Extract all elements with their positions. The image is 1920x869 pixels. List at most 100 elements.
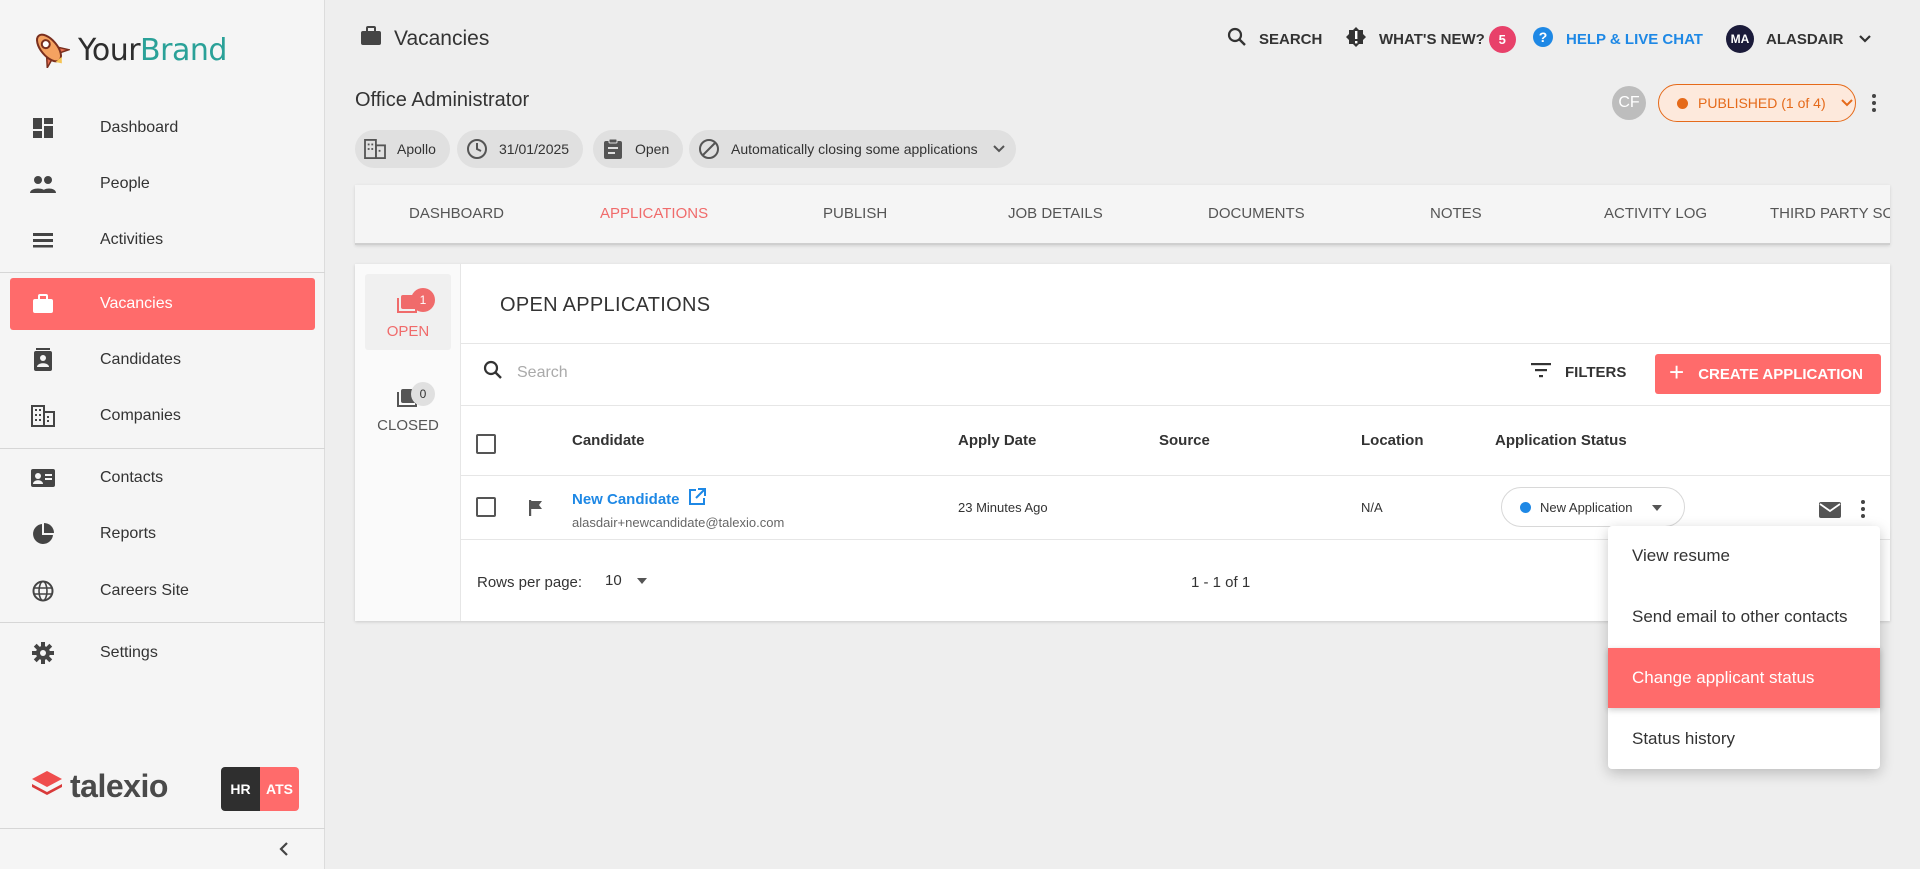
sidebar-item-label: Contacts: [100, 469, 164, 486]
flag-icon[interactable]: [527, 499, 545, 522]
column-header-candidate[interactable]: Candidate: [572, 432, 645, 449]
sidebar-item-companies[interactable]: Companies: [10, 390, 315, 442]
user-menu-button[interactable]: MA ALASDAIR: [1726, 22, 1872, 56]
sidebar-item-settings[interactable]: Settings: [10, 627, 315, 679]
auto-close-chip[interactable]: Automatically closing some applications: [689, 130, 1016, 168]
whats-new-button[interactable]: WHAT'S NEW? 5: [1345, 22, 1516, 56]
sidebar-item-label: Settings: [100, 644, 158, 661]
header-search-button[interactable]: SEARCH: [1227, 22, 1322, 56]
sidebar-item-dashboard[interactable]: Dashboard: [10, 102, 315, 154]
filters-button[interactable]: FILTERS: [1531, 362, 1626, 382]
published-status-button[interactable]: PUBLISHED (1 of 4): [1658, 84, 1856, 122]
chevron-left-icon[interactable]: [277, 841, 291, 862]
tab-job-details[interactable]: JOB DETAILS: [1008, 205, 1103, 222]
tab-applications[interactable]: APPLICATIONS: [600, 205, 708, 222]
clock-icon: [465, 137, 489, 161]
column-header-apply-date[interactable]: Apply Date: [958, 432, 1036, 449]
sidebar: YourBrand Dashboard People Activities Va…: [0, 0, 325, 869]
menu-item-view-resume[interactable]: View resume: [1608, 526, 1880, 586]
pie-chart-icon: [30, 521, 56, 547]
help-live-chat-button[interactable]: ? HELP & LIVE CHAT: [1532, 22, 1703, 56]
brand-logo[interactable]: YourBrand: [28, 28, 227, 72]
sidebar-divider: [0, 272, 325, 273]
applications-search[interactable]: Search: [483, 360, 568, 385]
filter-icon: [1531, 362, 1551, 382]
vacancy-more-menu-icon[interactable]: [1864, 90, 1884, 116]
candidate-email: alasdair+newcandidate@talexio.com: [572, 515, 785, 530]
gear-icon: [30, 640, 56, 666]
rows-per-page-label: Rows per page:: [477, 574, 583, 591]
briefcase-icon: [30, 291, 56, 317]
rocket-icon: [28, 28, 72, 73]
sidebar-item-careers-site[interactable]: Careers Site: [10, 565, 315, 617]
tab-third-party[interactable]: THIRD PARTY SO: [1770, 205, 1890, 222]
block-icon: [697, 137, 721, 161]
sidebar-divider: [0, 622, 325, 623]
svg-text:?: ?: [1539, 29, 1548, 45]
collapse-sidebar-bar: [0, 828, 325, 869]
divider: [461, 343, 1890, 344]
closed-count-badge: 0: [411, 382, 435, 406]
vacancy-title: Office Administrator: [355, 89, 530, 111]
open-applications-tab[interactable]: 1 OPEN: [365, 274, 451, 350]
search-input[interactable]: Search: [517, 364, 568, 382]
email-icon[interactable]: [1818, 501, 1842, 524]
page-header: Vacancies: [360, 26, 489, 51]
row-more-menu-icon[interactable]: [1853, 496, 1873, 522]
create-application-button[interactable]: + CREATE APPLICATION: [1655, 354, 1881, 394]
column-header-application-status[interactable]: Application Status: [1495, 432, 1627, 449]
open-in-new-icon[interactable]: [688, 488, 706, 510]
closing-date-chip[interactable]: 31/01/2025: [457, 130, 584, 168]
ats-button[interactable]: ATS: [260, 767, 299, 811]
column-header-location[interactable]: Location: [1361, 432, 1424, 449]
caret-down-icon: [1651, 500, 1663, 515]
tab-publish[interactable]: PUBLISH: [823, 205, 887, 222]
pagination-range: 1 - 1 of 1: [1191, 574, 1251, 591]
closed-applications-tab[interactable]: 0 CLOSED: [365, 368, 451, 444]
menu-item-change-status[interactable]: Change applicant status: [1608, 648, 1880, 708]
tab-dashboard[interactable]: DASHBOARD: [409, 205, 504, 222]
briefcase-icon: [360, 26, 382, 51]
globe-icon: [30, 578, 56, 604]
candidate-name-link[interactable]: New Candidate: [572, 488, 706, 510]
sidebar-item-contacts[interactable]: Contacts: [10, 452, 315, 504]
vacancy-state-chip[interactable]: Open: [593, 130, 684, 168]
chevron-down-icon: [1858, 31, 1872, 48]
sidebar-item-reports[interactable]: Reports: [10, 508, 315, 560]
menu-item-send-email[interactable]: Send email to other contacts: [1608, 587, 1880, 647]
company-chip[interactable]: Apollo: [355, 130, 450, 168]
sidebar-item-label: Dashboard: [100, 119, 179, 136]
brand-name: YourBrand: [78, 32, 227, 68]
people-icon: [30, 171, 56, 197]
column-header-source[interactable]: Source: [1159, 432, 1210, 449]
status-dot: [1520, 501, 1531, 513]
row-checkbox[interactable]: [476, 497, 496, 517]
plus-icon: +: [1669, 357, 1685, 387]
sidebar-item-vacancies[interactable]: Vacancies: [10, 278, 315, 330]
tab-notes[interactable]: NOTES: [1430, 205, 1482, 222]
tab-documents[interactable]: DOCUMENTS: [1208, 205, 1305, 222]
page-title: Vacancies: [394, 26, 490, 50]
menu-item-status-history[interactable]: Status history: [1608, 709, 1880, 769]
sidebar-item-activities[interactable]: Activities: [10, 214, 315, 266]
vacancy-tabs: DASHBOARD APPLICATIONS PUBLISH JOB DETAI…: [355, 185, 1890, 245]
rows-per-page-select[interactable]: 10: [605, 572, 648, 589]
application-status-select[interactable]: New Application: [1501, 487, 1685, 527]
select-all-checkbox[interactable]: [476, 434, 496, 454]
tab-activity-log[interactable]: ACTIVITY LOG: [1604, 205, 1707, 222]
row-context-menu: View resume Send email to other contacts…: [1608, 526, 1880, 769]
avatar: MA: [1726, 25, 1754, 53]
divider: [461, 475, 1890, 476]
owner-avatar[interactable]: CF: [1612, 86, 1646, 120]
sidebar-item-candidates[interactable]: Candidates: [10, 334, 315, 386]
sidebar-item-label: People: [100, 175, 150, 192]
hr-button[interactable]: HR: [221, 767, 260, 811]
sidebar-item-people[interactable]: People: [10, 158, 315, 210]
talexio-logo: talexio: [30, 768, 168, 805]
application-state-tabs: 1 OPEN 0 CLOSED: [355, 264, 461, 621]
sidebar-item-label: Candidates: [100, 351, 181, 368]
product-switcher[interactable]: HR ATS: [221, 767, 299, 811]
divider: [461, 405, 1890, 406]
contact-card-icon: [30, 465, 56, 491]
sidebar-item-label: Activities: [100, 231, 164, 248]
